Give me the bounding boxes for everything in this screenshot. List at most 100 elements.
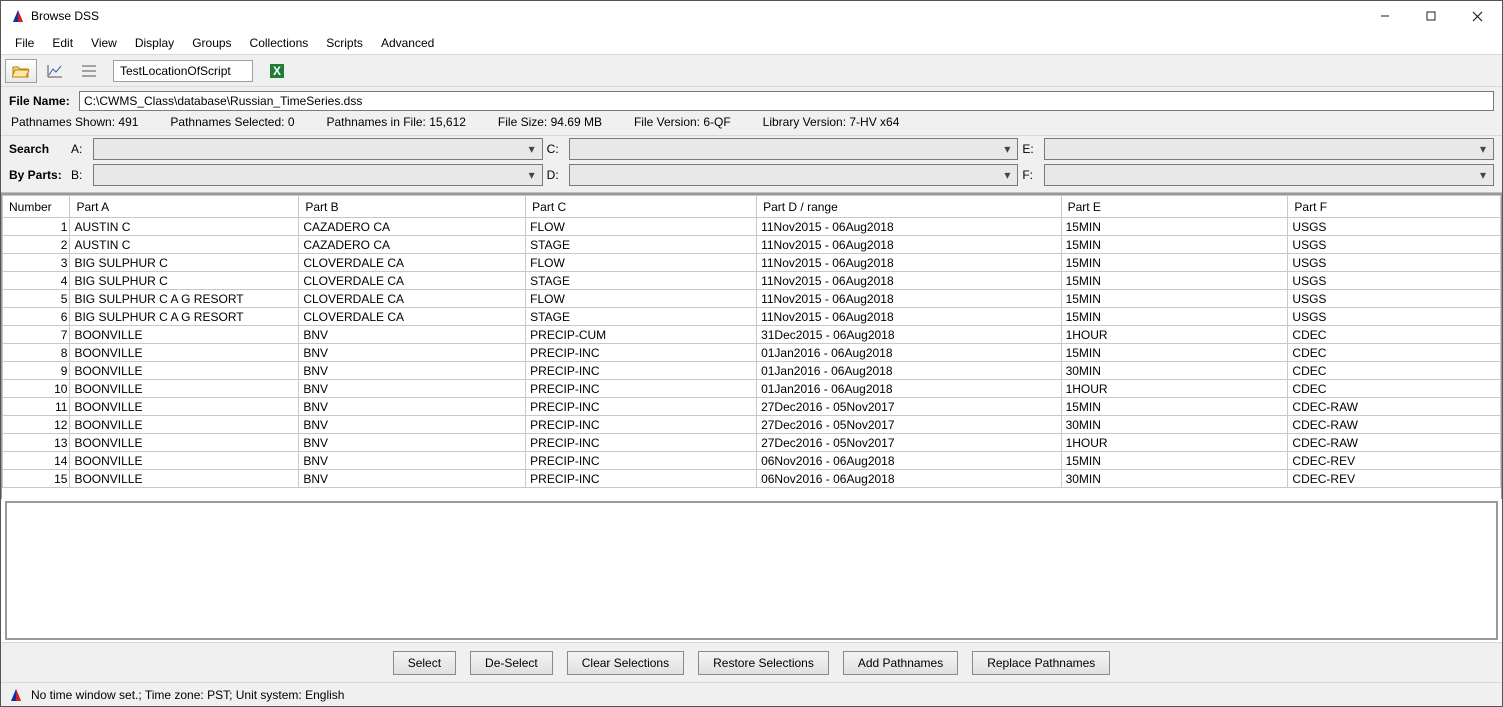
cell-part-f: CDEC-REV xyxy=(1288,452,1501,470)
app-logo-icon xyxy=(9,688,23,702)
replace-pathnames-button[interactable]: Replace Pathnames xyxy=(972,651,1110,675)
cell-part-f: USGS xyxy=(1288,272,1501,290)
add-pathnames-button[interactable]: Add Pathnames xyxy=(843,651,958,675)
by-parts-label: By Parts: xyxy=(9,168,67,182)
cell-part-d: 06Nov2016 - 06Aug2018 xyxy=(757,452,1062,470)
menu-view[interactable]: View xyxy=(83,34,125,52)
menu-groups[interactable]: Groups xyxy=(184,34,239,52)
cell-number: 1 xyxy=(3,218,70,236)
table-row[interactable]: 10BOONVILLEBNVPRECIP-INC01Jan2016 - 06Au… xyxy=(3,380,1501,398)
cell-part-a: BOONVILLE xyxy=(70,416,299,434)
file-path-input[interactable]: C:\CWMS_Class\database\Russian_TimeSerie… xyxy=(79,91,1494,111)
cell-number: 3 xyxy=(3,254,70,272)
chevron-down-icon: ▾ xyxy=(999,168,1015,182)
table-row[interactable]: 7BOONVILLEBNVPRECIP-CUM31Dec2015 - 06Aug… xyxy=(3,326,1501,344)
cell-part-f: CDEC-RAW xyxy=(1288,434,1501,452)
part-a-combo[interactable]: ▾ xyxy=(93,138,543,160)
table-row[interactable]: 15BOONVILLEBNVPRECIP-INC06Nov2016 - 06Au… xyxy=(3,470,1501,488)
part-b-combo[interactable]: ▾ xyxy=(93,164,543,186)
cell-part-c: PRECIP-INC xyxy=(526,416,757,434)
menu-file[interactable]: File xyxy=(7,34,42,52)
table-row[interactable]: 2AUSTIN CCAZADERO CASTAGE11Nov2015 - 06A… xyxy=(3,236,1501,254)
chevron-down-icon: ▾ xyxy=(524,142,540,156)
table-row[interactable]: 4BIG SULPHUR CCLOVERDALE CASTAGE11Nov201… xyxy=(3,272,1501,290)
file-info-panel: File Name: C:\CWMS_Class\database\Russia… xyxy=(1,87,1502,136)
cell-part-e: 15MIN xyxy=(1061,290,1288,308)
table-row[interactable]: 3BIG SULPHUR CCLOVERDALE CAFLOW11Nov2015… xyxy=(3,254,1501,272)
cell-number: 12 xyxy=(3,416,70,434)
restore-selections-button[interactable]: Restore Selections xyxy=(698,651,829,675)
open-file-button[interactable] xyxy=(5,59,37,83)
cell-part-e: 15MIN xyxy=(1061,254,1288,272)
table-row[interactable]: 1AUSTIN CCAZADERO CAFLOW11Nov2015 - 06Au… xyxy=(3,218,1501,236)
table-row[interactable]: 8BOONVILLEBNVPRECIP-INC01Jan2016 - 06Aug… xyxy=(3,344,1501,362)
deselect-button[interactable]: De-Select xyxy=(470,651,553,675)
table-row[interactable]: 5BIG SULPHUR C A G RESORTCLOVERDALE CAFL… xyxy=(3,290,1501,308)
menu-collections[interactable]: Collections xyxy=(242,34,317,52)
minimize-button[interactable] xyxy=(1362,1,1408,31)
maximize-button[interactable] xyxy=(1408,1,1454,31)
col-part-e[interactable]: Part E xyxy=(1061,196,1288,218)
cell-part-b: CAZADERO CA xyxy=(299,218,526,236)
menu-edit[interactable]: Edit xyxy=(44,34,81,52)
cell-part-a: BIG SULPHUR C xyxy=(70,272,299,290)
col-part-f[interactable]: Part F xyxy=(1288,196,1501,218)
table-row[interactable]: 12BOONVILLEBNVPRECIP-INC27Dec2016 - 05No… xyxy=(3,416,1501,434)
pathname-table-scroll[interactable]: Number Part A Part B Part C Part D / ran… xyxy=(2,195,1501,499)
cell-part-a: BOONVILLE xyxy=(70,470,299,488)
select-button[interactable]: Select xyxy=(393,651,456,675)
table-row[interactable]: 9BOONVILLEBNVPRECIP-INC01Jan2016 - 06Aug… xyxy=(3,362,1501,380)
cell-part-a: BIG SULPHUR C xyxy=(70,254,299,272)
chevron-down-icon: ▾ xyxy=(1475,142,1491,156)
cell-number: 5 xyxy=(3,290,70,308)
part-d-combo[interactable]: ▾ xyxy=(569,164,1019,186)
table-row[interactable]: 14BOONVILLEBNVPRECIP-INC06Nov2016 - 06Au… xyxy=(3,452,1501,470)
table-row[interactable]: 13BOONVILLEBNVPRECIP-INC27Dec2016 - 05No… xyxy=(3,434,1501,452)
part-c-combo[interactable]: ▾ xyxy=(569,138,1019,160)
part-e-combo[interactable]: ▾ xyxy=(1044,138,1494,160)
menubar: File Edit View Display Groups Collection… xyxy=(1,31,1502,55)
menu-advanced[interactable]: Advanced xyxy=(373,34,442,52)
cell-number: 6 xyxy=(3,308,70,326)
table-row[interactable]: 6BIG SULPHUR C A G RESORTCLOVERDALE CAST… xyxy=(3,308,1501,326)
stat-infile: Pathnames in File: 15,612 xyxy=(327,115,466,129)
cell-part-c: PRECIP-INC xyxy=(526,344,757,362)
clear-selections-button[interactable]: Clear Selections xyxy=(567,651,684,675)
cell-part-c: FLOW xyxy=(526,218,757,236)
cell-part-f: CDEC-REV xyxy=(1288,470,1501,488)
file-path-text: C:\CWMS_Class\database\Russian_TimeSerie… xyxy=(84,94,362,108)
cell-part-c: PRECIP-INC xyxy=(526,380,757,398)
part-f-combo[interactable]: ▾ xyxy=(1044,164,1494,186)
cell-part-a: BOONVILLE xyxy=(70,452,299,470)
col-part-c[interactable]: Part C xyxy=(526,196,757,218)
col-number[interactable]: Number xyxy=(3,196,70,218)
cell-part-e: 30MIN xyxy=(1061,470,1288,488)
part-c-label: C: xyxy=(547,142,565,156)
cell-part-b: BNV xyxy=(299,344,526,362)
file-name-label: File Name: xyxy=(9,94,71,108)
chart-icon xyxy=(47,64,63,78)
table-row[interactable]: 11BOONVILLEBNVPRECIP-INC27Dec2016 - 05No… xyxy=(3,398,1501,416)
excel-export-button[interactable]: X xyxy=(261,59,293,83)
cell-part-c: PRECIP-INC xyxy=(526,398,757,416)
menu-display[interactable]: Display xyxy=(127,34,182,52)
script-name-field[interactable]: TestLocationOfScript xyxy=(113,60,253,82)
col-part-d[interactable]: Part D / range xyxy=(757,196,1062,218)
menu-scripts[interactable]: Scripts xyxy=(318,34,371,52)
cell-part-d: 27Dec2016 - 05Nov2017 xyxy=(757,434,1062,452)
col-part-b[interactable]: Part B xyxy=(299,196,526,218)
close-button[interactable] xyxy=(1454,1,1500,31)
action-button-row: Select De-Select Clear Selections Restor… xyxy=(1,642,1502,682)
selection-pane[interactable] xyxy=(5,501,1498,640)
cell-part-c: PRECIP-CUM xyxy=(526,326,757,344)
plot-button[interactable] xyxy=(39,59,71,83)
cell-part-b: BNV xyxy=(299,452,526,470)
cell-part-a: AUSTIN C xyxy=(70,218,299,236)
col-part-a[interactable]: Part A xyxy=(70,196,299,218)
status-text: No time window set.; Time zone: PST; Uni… xyxy=(31,688,344,702)
table-header-row: Number Part A Part B Part C Part D / ran… xyxy=(3,196,1501,218)
excel-icon: X xyxy=(269,63,285,79)
cell-part-a: BOONVILLE xyxy=(70,380,299,398)
table-button[interactable] xyxy=(73,59,105,83)
list-icon xyxy=(81,64,97,78)
